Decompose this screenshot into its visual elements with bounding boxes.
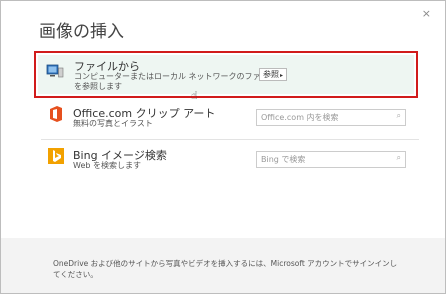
insert-picture-dialog: × 画像の挿入 ファイルから コンピューターまたはローカル ネットワークのファイ… [0, 0, 446, 294]
office-icon [50, 106, 62, 122]
footer: OneDrive および他のサイトから写真やビデオを挿入するには、Microso… [1, 238, 445, 293]
signin-message: OneDrive および他のサイトから写真やビデオを挿入するには、Microso… [53, 259, 398, 279]
from-file-description: コンピューターまたはローカル ネットワークのファイルを参照します [74, 72, 277, 91]
office-clipart-description: 無料の写真とイラスト [73, 119, 153, 128]
bing-search-description: Web を検索します [73, 161, 141, 170]
browse-button-label: 参照 [263, 70, 279, 79]
bing-search-input[interactable]: Bing で検索 ⌕ [256, 151, 406, 168]
divider [41, 139, 419, 140]
close-icon[interactable]: × [422, 7, 431, 20]
bing-search-placeholder: Bing で検索 [261, 155, 306, 164]
office-search-input[interactable]: Office.com 内を検索 ⌕ [256, 109, 406, 126]
office-search-placeholder: Office.com 内を検索 [261, 113, 339, 122]
dialog-title: 画像の挿入 [39, 22, 124, 42]
bing-search-option[interactable]: Bing イメージ検索 Web を検索します Bing で検索 ⌕ [33, 143, 413, 183]
office-clipart-option[interactable]: Office.com クリップ アート 無料の写真とイラスト Office.co… [33, 101, 413, 141]
hand-cursor-icon: ☝ [191, 89, 198, 102]
computer-icon [46, 64, 64, 78]
search-icon[interactable]: ⌕ [397, 111, 401, 121]
search-icon[interactable]: ⌕ [397, 153, 401, 163]
chevron-right-icon: ▸ [280, 72, 284, 79]
bing-icon [48, 148, 64, 164]
browse-button[interactable]: 参照▸ [259, 68, 288, 81]
from-file-option[interactable]: ファイルから コンピューターまたはローカル ネットワークのファイルを参照します … [34, 51, 418, 98]
